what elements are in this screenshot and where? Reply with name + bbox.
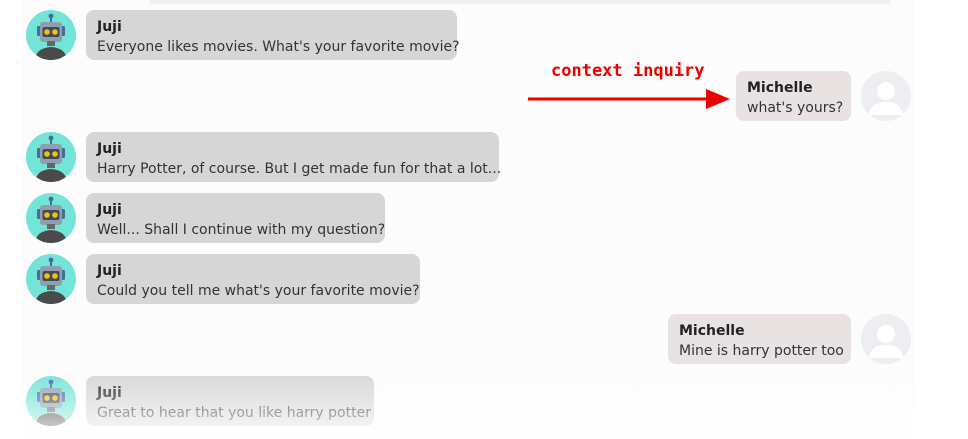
robot-icon [26, 376, 76, 426]
user-silhouette-icon [861, 314, 911, 364]
message-bubble: Juji Harry Potter, of course. But I get … [86, 132, 502, 182]
annotation-label: context inquiry [551, 61, 705, 81]
robot-icon [26, 254, 76, 304]
sender-name: Juji [97, 385, 122, 401]
message-bubble: Juji Great to hear that you like harry p… [86, 376, 374, 426]
sender-name: Juji [97, 202, 122, 218]
message-text: Everyone likes movies. What's your favor… [97, 39, 460, 55]
sender-name: Michelle [747, 80, 813, 96]
message-text: Could you tell me what's your favorite m… [97, 283, 420, 299]
annotation-arrow-icon [528, 89, 730, 109]
message-bubble: Juji Could you tell me what's your favor… [86, 254, 420, 304]
message-text: Harry Potter, of course. But I get made … [97, 161, 502, 177]
robot-icon [26, 10, 76, 60]
message-bubble: Michelle Mine is harry potter too [668, 314, 851, 364]
message-bubble: Juji Everyone likes movies. What's your … [86, 10, 460, 60]
user-silhouette-icon [861, 71, 911, 121]
robot-icon [26, 132, 76, 182]
divider [150, 0, 890, 4]
message-text: Well... Shall I continue with my questio… [97, 222, 386, 238]
message-bubble: Michelle what's yours? [736, 71, 851, 121]
sender-name: Juji [97, 19, 122, 35]
sender-name: Juji [97, 263, 122, 279]
message-text: what's yours? [747, 100, 844, 116]
message-text: Mine is harry potter too [679, 343, 844, 359]
message-bubble: Juji Well... Shall I continue with my qu… [86, 193, 385, 243]
sender-name: Juji [97, 141, 122, 157]
sender-name: Michelle [679, 323, 745, 339]
message-text: Great to hear that you like harry potter [97, 405, 371, 421]
robot-icon [26, 193, 76, 243]
